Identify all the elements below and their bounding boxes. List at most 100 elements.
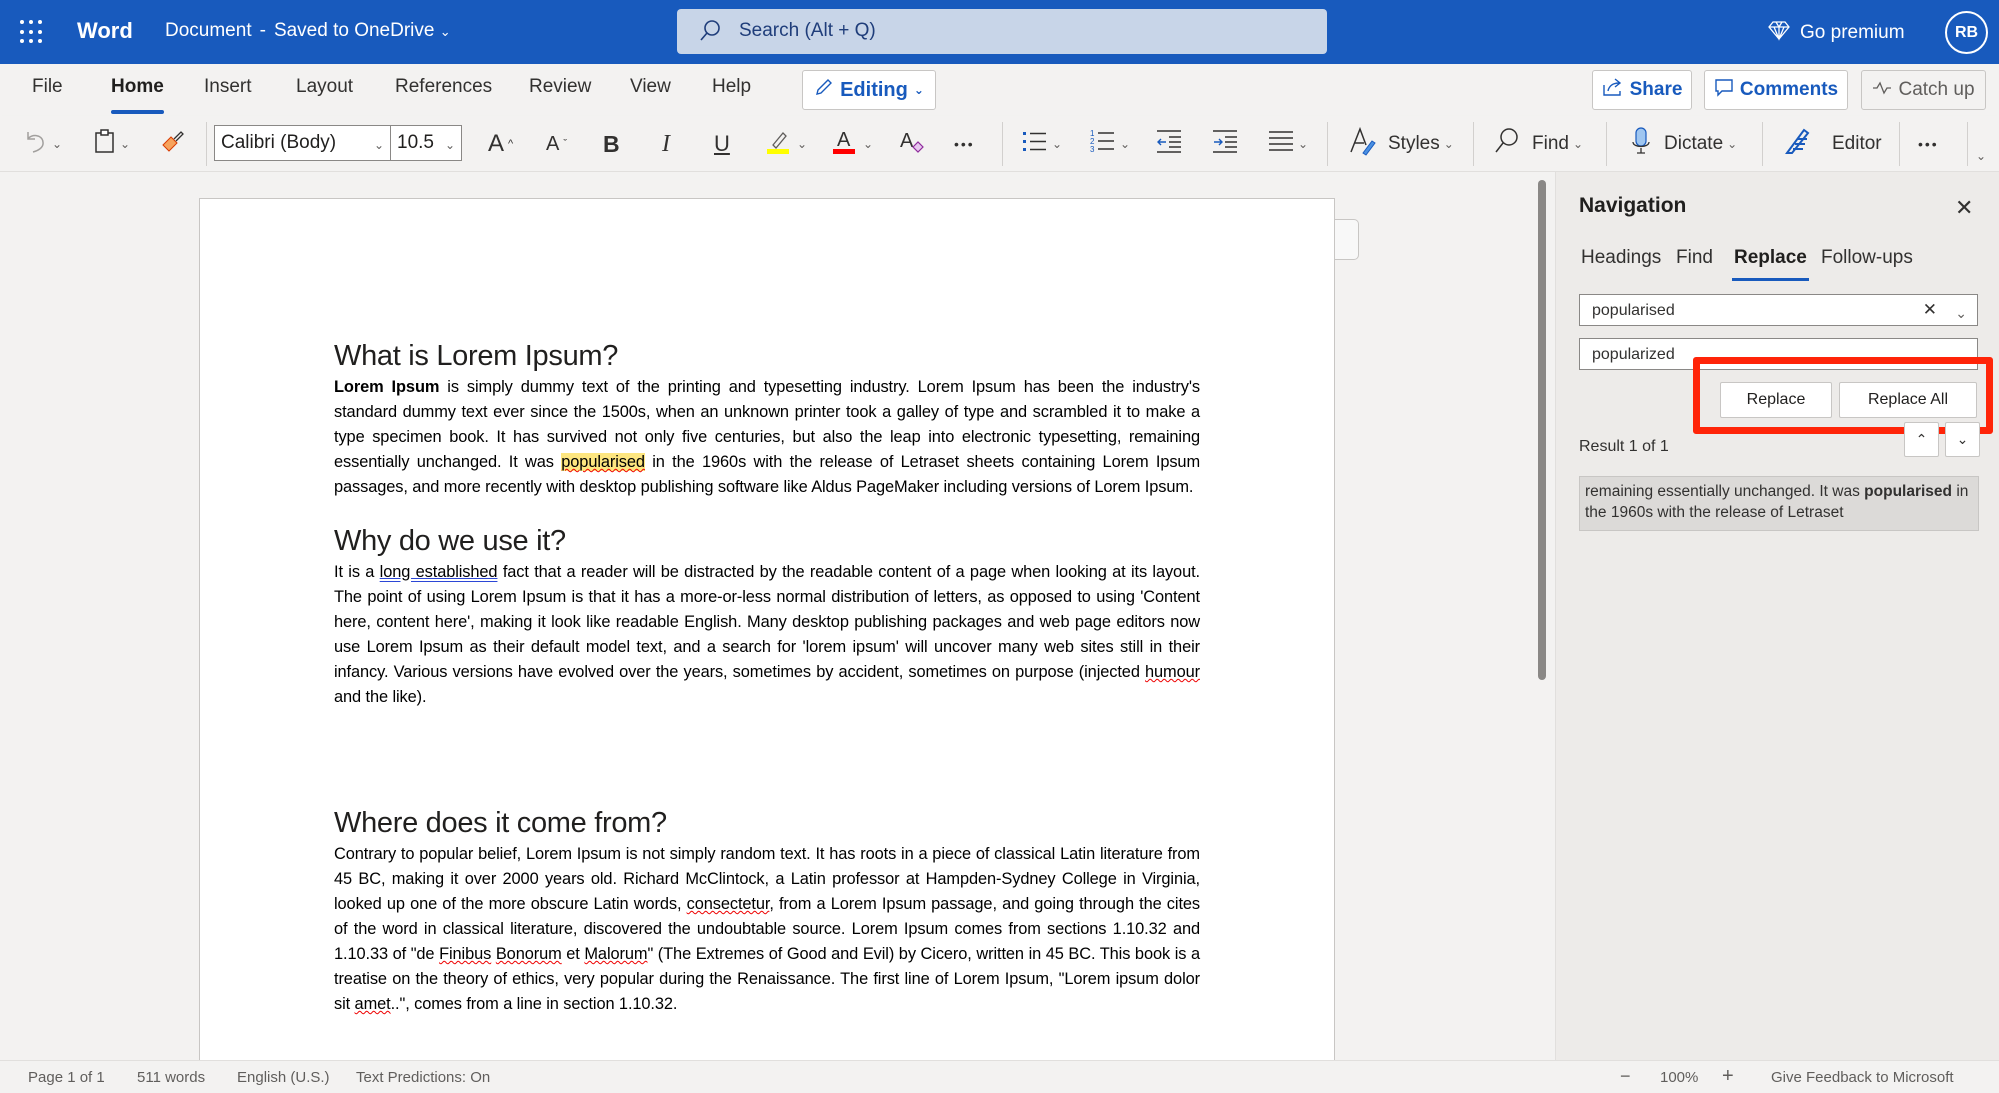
tab-help[interactable]: Help [712,76,751,98]
catch-up-label: Catch up [1898,79,1975,100]
share-button[interactable]: Share [1592,70,1692,110]
decrease-indent-button[interactable] [1156,126,1182,162]
search-icon [1494,127,1520,161]
navigation-pane: Navigation ✕ Headings Find Replace Follo… [1555,172,1999,1060]
tab-references[interactable]: References [395,76,492,98]
more-font-options-button[interactable]: ••• [954,126,975,162]
font-size-dropdown[interactable]: 10.5 ⌄ [391,125,462,161]
replace-all-button[interactable]: Replace All [1839,382,1977,418]
font-name-dropdown[interactable]: Calibri (Body) ⌄ [214,125,391,161]
heading: What is Lorem Ipsum? [334,340,619,372]
find-label: Find [1532,133,1569,154]
share-icon [1602,77,1624,103]
italic-button[interactable]: I [662,126,670,162]
tab-insert[interactable]: Insert [204,76,252,98]
document-page[interactable]: What is Lorem Ipsum? Lorem Ipsum is simp… [199,198,1335,1060]
spelling-error[interactable]: Bonorum [496,945,562,963]
more-options-button[interactable]: ••• [1918,126,1939,162]
document-title[interactable]: Document - Saved to OneDrive ⌄ [165,20,451,42]
font-color-button[interactable]: A ⌄ [831,126,873,162]
editor-icon [1784,126,1814,162]
spelling-error[interactable]: humour [1145,663,1200,681]
vertical-scrollbar[interactable] [1538,180,1546,680]
spelling-error[interactable]: Malorum [584,945,647,963]
highlight-color-button[interactable]: ⌄ [765,126,807,162]
tab-file[interactable]: File [32,76,63,98]
spelling-error[interactable]: Finibus [439,945,491,963]
find-input[interactable]: popularised ✕ ⌄ [1579,294,1978,326]
search-result-item[interactable]: remaining essentially unchanged. It was … [1579,476,1979,531]
shrink-font-button[interactable]: Aˇ [546,126,567,162]
app-name[interactable]: Word [77,18,133,44]
close-icon[interactable]: ✕ [1955,195,1973,221]
grammar-suggestion[interactable]: long established [380,563,498,581]
chevron-down-icon: ⌄ [913,83,924,97]
bold-text: Lorem Ipsum [334,378,440,396]
tab-layout[interactable]: Layout [296,76,353,98]
nav-tab-headings[interactable]: Headings [1581,247,1661,269]
tab-home[interactable]: Home [111,76,164,114]
microphone-icon [1630,126,1652,162]
search-match-highlight[interactable]: popularised [561,453,645,471]
zoom-level[interactable]: 100% [1660,1069,1698,1086]
zoom-in-button[interactable]: + [1722,1065,1734,1088]
clear-icon[interactable]: ✕ [1923,300,1937,320]
navigation-title: Navigation [1579,194,1687,217]
bold-button[interactable]: B [603,126,620,162]
tab-view[interactable]: View [630,76,671,98]
increase-indent-button[interactable] [1212,126,1238,162]
feedback-link[interactable]: Give Feedback to Microsoft [1771,1069,1954,1086]
snippet-match: popularised [1864,483,1953,500]
grow-font-button[interactable]: A ^ [488,126,513,162]
editor-button[interactable]: Editor [1784,126,1882,162]
nav-tab-follow-ups[interactable]: Follow-ups [1821,247,1913,269]
comments-button[interactable]: Comments [1704,70,1848,110]
page-side-tab[interactable] [1335,219,1359,260]
chevron-down-icon: ⌄ [120,137,131,151]
comments-label: Comments [1739,79,1839,100]
clear-formatting-button[interactable]: A [898,126,926,162]
page-count[interactable]: Page 1 of 1 [28,1069,105,1086]
dictate-button[interactable]: Dictate ⌄ [1630,126,1737,162]
format-painter-button[interactable] [160,126,186,162]
chevron-down-icon[interactable]: ⌄ [1955,305,1967,322]
undo-icon [24,128,48,160]
spelling-error[interactable]: consectetur [687,895,770,913]
svg-text:A: A [837,129,851,151]
bullets-button[interactable]: ⌄ [1022,126,1062,162]
tab-review[interactable]: Review [529,76,591,98]
next-result-button[interactable]: ⌄ [1945,422,1980,457]
styles-icon [1348,126,1378,162]
chevron-down-icon: ⌄ [1976,149,1987,163]
paragraph-alignment-button[interactable]: ⌄ [1268,126,1308,162]
activity-icon [1872,79,1892,101]
replace-input[interactable]: popularized [1579,338,1978,370]
ribbon-divider [1762,122,1763,166]
text-predictions-status[interactable]: Text Predictions: On [356,1069,490,1086]
underline-button[interactable]: U [714,126,730,162]
share-label: Share [1629,79,1683,100]
language-status[interactable]: English (U.S.) [237,1069,330,1086]
search-input[interactable]: Search (Alt + Q) [677,9,1327,54]
font-name-value: Calibri (Body) [221,132,337,153]
document-body[interactable]: What is Lorem Ipsum? Lorem Ipsum is simp… [334,339,1200,1041]
word-count[interactable]: 511 words [137,1069,205,1086]
nav-tab-replace[interactable]: Replace [1732,247,1809,281]
paste-button[interactable]: ⌄ [94,126,130,162]
spelling-error[interactable]: amet [355,995,391,1013]
find-button[interactable]: Find ⌄ [1494,126,1583,162]
nav-tab-find[interactable]: Find [1676,247,1713,269]
catch-up-button[interactable]: Catch up [1861,70,1986,110]
numbering-button[interactable]: 123 ⌄ [1090,126,1130,162]
go-premium-button[interactable]: Go premium [1768,19,1905,47]
styles-button[interactable]: Styles ⌄ [1348,126,1454,162]
expand-ribbon-button[interactable]: ⌄ [1976,138,1986,174]
app-launcher-icon[interactable] [20,20,44,44]
replace-button[interactable]: Replace [1720,382,1832,418]
avatar[interactable]: RB [1945,11,1988,54]
editing-mode-button[interactable]: Editing ⌄ [802,70,936,110]
undo-button[interactable]: ⌄ [24,126,62,162]
previous-result-button[interactable]: ⌃ [1904,422,1939,457]
font-size-value: 10.5 [397,132,434,153]
zoom-out-button[interactable]: − [1620,1066,1631,1087]
